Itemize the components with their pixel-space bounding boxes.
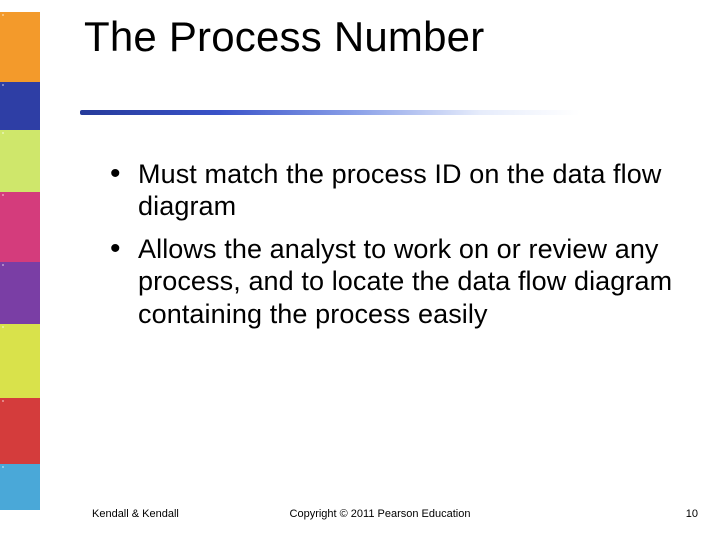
slide-title: The Process Number [84, 14, 484, 60]
bullet-list: Must match the process ID on the data fl… [108, 158, 678, 340]
footer-copyright: Copyright © 2011 Pearson Education [40, 508, 720, 520]
title-underline [80, 110, 580, 115]
footer-page-number: 10 [686, 508, 698, 520]
slide: The Process Number Must match the proces… [0, 0, 720, 540]
deco-segment [0, 398, 40, 464]
decorative-strip [0, 0, 40, 540]
deco-segment [0, 192, 40, 262]
bullet-item: Must match the process ID on the data fl… [108, 158, 678, 223]
deco-segment [0, 464, 40, 510]
content-area: The Process Number Must match the proces… [40, 0, 720, 540]
deco-segment [0, 130, 40, 192]
deco-segment [0, 12, 40, 82]
deco-segment [0, 262, 40, 324]
bullet-item: Allows the analyst to work on or review … [108, 233, 678, 330]
deco-segment [0, 324, 40, 398]
deco-segment [0, 82, 40, 130]
